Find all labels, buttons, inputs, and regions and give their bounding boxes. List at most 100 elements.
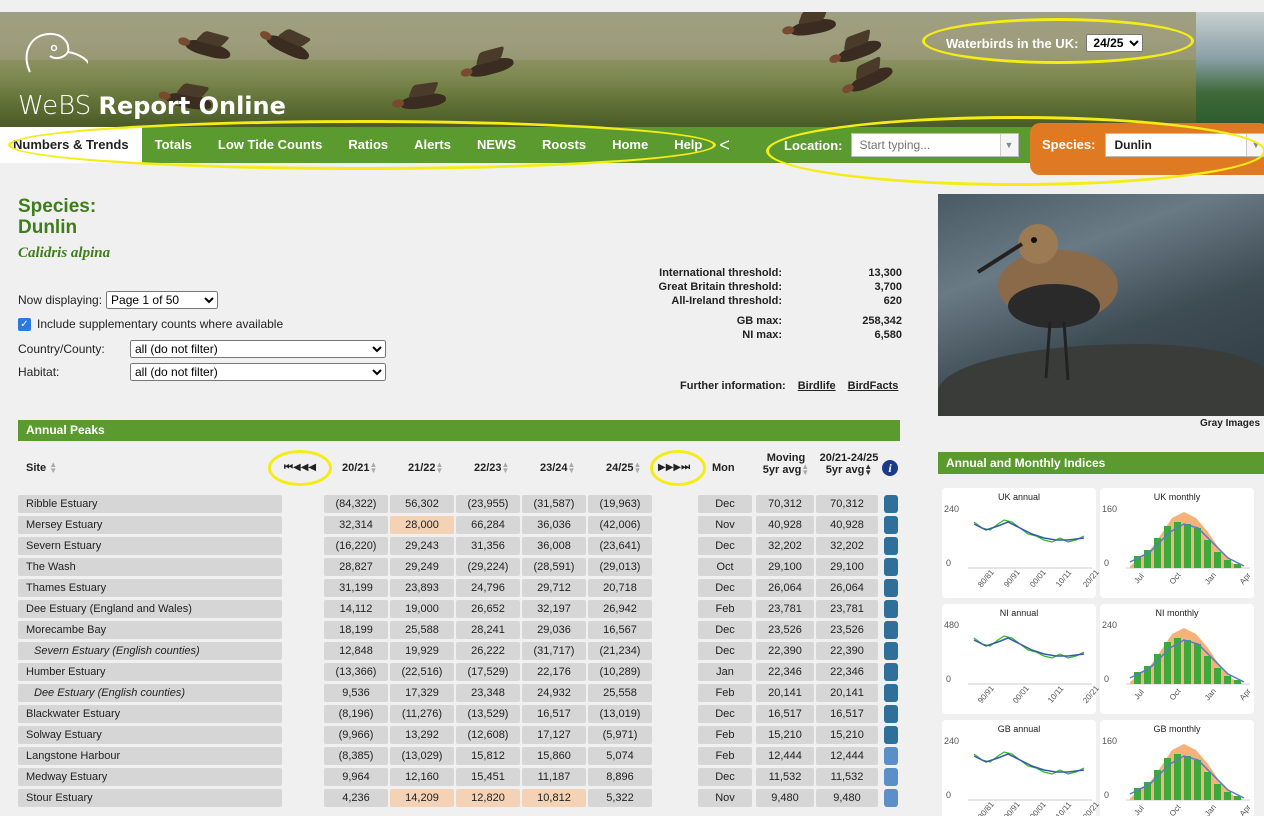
site-name[interactable]: Stour Estuary [18,789,282,807]
table-row[interactable]: Morecambe Bay 18,199 25,588 28,241 29,036 16,… [18,620,900,641]
col-y4[interactable]: 23/24▲ ▼ [540,461,575,475]
row-trend-button[interactable] [884,684,898,702]
nav-roosts[interactable]: Roosts [529,127,599,163]
site-name[interactable]: Dee Estuary (England and Wales) [18,600,282,618]
table-row[interactable]: Dee Estuary (English counties) 9,536 17,32… [18,683,900,704]
table-row[interactable]: Severn Estuary (16,220) 29,243 31,356 36,008… [18,536,900,557]
index-chart[interactable]: NI annual 480 0 90/91 00/01 10/11 20/21 [942,604,1100,714]
index-chart[interactable]: UK annual 240 0 80/81 90/91 00/01 10/11 20/21 [942,488,1100,598]
nav-totals[interactable]: Totals [142,127,205,163]
col-site[interactable]: Site ▲ ▼ [26,461,57,475]
supplementary-checkbox[interactable]: ✓ [18,317,31,331]
site-logo-text[interactable]: WeBS Report Online [18,90,286,121]
col-site-label: Site [26,462,47,474]
table-row[interactable]: Stour Estuary 4,236 14,209 12,820 10,812 5,32… [18,788,900,809]
row-trend-button[interactable] [884,516,898,534]
location-dropdown-icon[interactable]: ▼ [999,134,1018,156]
page-select[interactable]: Page 1 of 50 [106,291,219,309]
birdfacts-link[interactable]: BirdFacts [848,380,899,392]
birdlife-link[interactable]: Birdlife [798,380,836,392]
nav-numbers-trends[interactable]: Numbers & Trends [0,127,142,163]
species-dropdown-icon[interactable]: ▼ [1246,134,1264,156]
table-row[interactable]: Langstone Harbour (8,385) (13,029) 15,812 15… [18,746,900,767]
table-row[interactable]: Medway Estuary 9,964 12,160 15,451 11,187 8,8… [18,767,900,788]
count-cell: 13,292 [390,726,454,744]
count-cell: 12,160 [390,768,454,786]
table-row[interactable]: Dee Estuary (England and Wales) 14,112 19,… [18,599,900,620]
index-chart[interactable]: UK monthly 160 0 Jul Oct Jan Apr [1100,488,1254,598]
row-trend-button[interactable] [884,558,898,576]
next-last-buttons[interactable]: ▶▶▶⏭ [658,462,690,473]
col-y3[interactable]: 22/23▲ ▼ [474,461,509,475]
table-row[interactable]: The Wash 28,827 29,249 (29,224) (28,591) (29,… [18,557,900,578]
site-name[interactable]: Severn Estuary [18,537,282,555]
webs-logo-icon[interactable] [18,26,88,96]
five-yr-avg-cell: 22,390 [816,642,878,660]
site-name[interactable]: Severn Estuary (English counties) [18,642,282,660]
five-yr-avg-cell: 15,210 [816,726,878,744]
share-icon[interactable]: < [719,135,730,156]
row-trend-button[interactable] [884,663,898,681]
col-y2[interactable]: 21/22▲ ▼ [408,461,443,475]
col-y5[interactable]: 24/25▲ ▼ [606,461,641,475]
col-range[interactable]: 20/21-24/25 5yr avg▲ ▼ [814,452,884,477]
row-trend-button[interactable] [884,537,898,555]
info-icon[interactable]: i [882,460,898,476]
site-name[interactable]: Mersey Estuary [18,516,282,534]
site-name[interactable]: Solway Estuary [18,726,282,744]
species-input[interactable] [1106,134,1247,156]
index-chart[interactable]: NI monthly 240 0 Jul Oct Jan Apr [1100,604,1254,714]
table-row[interactable]: Blackwater Estuary (8,196) (11,276) (13,529… [18,704,900,725]
index-chart[interactable]: GB annual 240 0 80/81 90/91 00/01 10/11 20/21 [942,720,1100,816]
row-trend-button[interactable] [884,600,898,618]
col-y1[interactable]: 20/21▲ ▼ [342,461,377,475]
row-trend-button[interactable] [884,621,898,639]
table-row[interactable]: Humber Estuary (13,366) (22,516) (17,529) 22… [18,662,900,683]
table-row[interactable]: Mersey Estuary 32,314 28,000 66,284 36,036 (4… [18,515,900,536]
site-name[interactable]: Langstone Harbour [18,747,282,765]
five-yr-avg-cell: 26,064 [816,579,878,597]
report-thumbnail[interactable] [1196,12,1264,127]
count-cell: 31,356 [456,537,520,555]
location-input[interactable] [851,134,1000,156]
table-row[interactable]: Solway Estuary (9,966) 13,292 (12,608) 17,12… [18,725,900,746]
site-name[interactable]: Morecambe Bay [18,621,282,639]
row-trend-button[interactable] [884,705,898,723]
nav-ratios[interactable]: Ratios [335,127,401,163]
count-cell: (29,013) [588,558,652,576]
site-name[interactable]: Dee Estuary (English counties) [18,684,282,702]
count-cell: (13,529) [456,705,520,723]
row-trend-button[interactable] [884,789,898,807]
site-name[interactable]: Ribble Estuary [18,495,282,513]
nav-help[interactable]: Help [661,127,715,163]
nav-alerts[interactable]: Alerts [401,127,464,163]
col-moving[interactable]: Moving 5yr avg▲ ▼ [756,452,816,477]
site-name[interactable]: Blackwater Estuary [18,705,282,723]
nav-home[interactable]: Home [599,127,661,163]
table-row[interactable]: Severn Estuary (English counties) 12,848 1… [18,641,900,662]
index-chart[interactable]: GB monthly 160 0 Jul Oct Jan Apr [1100,720,1254,816]
site-name[interactable]: Thames Estuary [18,579,282,597]
first-prev-buttons[interactable]: ⏮◀◀◀ [284,462,316,473]
nav-news[interactable]: NEWS [464,127,529,163]
col-y3-label: 22/23 [474,462,502,474]
row-trend-button[interactable] [884,642,898,660]
nav-low-tide-counts[interactable]: Low Tide Counts [205,127,335,163]
season-select[interactable]: 24/25 [1086,34,1144,52]
site-name[interactable]: Medway Estuary [18,768,282,786]
row-trend-button[interactable] [884,768,898,786]
country-select[interactable]: all (do not filter) [130,340,386,358]
table-header: Site ▲ ▼ ⏮◀◀◀ 20/21▲ ▼ 21/22▲ ▼ 22/23▲ ▼ 23/… [18,452,900,488]
row-trend-button[interactable] [884,726,898,744]
table-row[interactable]: Ribble Estuary (84,322) 56,302 (23,955) (31,… [18,494,900,515]
count-cell: 36,008 [522,537,586,555]
row-trend-button[interactable] [884,747,898,765]
habitat-select[interactable]: all (do not filter) [130,363,386,381]
table-row[interactable]: Thames Estuary 31,199 23,893 24,796 29,712 20… [18,578,900,599]
row-trend-button[interactable] [884,495,898,513]
page-selector-row: Now displaying: Page 1 of 50 [18,291,219,309]
row-trend-button[interactable] [884,579,898,597]
site-name[interactable]: The Wash [18,558,282,576]
month-cell: Dec [698,579,752,597]
site-name[interactable]: Humber Estuary [18,663,282,681]
